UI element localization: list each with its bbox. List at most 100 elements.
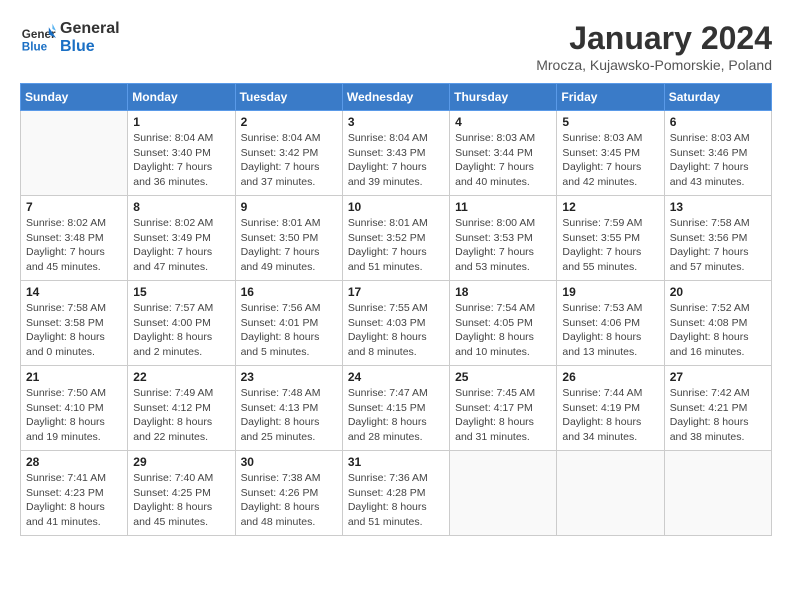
table-row: 18Sunrise: 7:54 AM Sunset: 4:05 PM Dayli… [450, 281, 557, 366]
table-row: 25Sunrise: 7:45 AM Sunset: 4:17 PM Dayli… [450, 366, 557, 451]
table-row: 16 Sunrise: 7:56 AM Sunset: 4:01 PM Dayli… [235, 281, 342, 366]
day-number: 20 [670, 285, 766, 299]
table-row [557, 451, 664, 536]
day-number: 1 [133, 115, 229, 129]
table-row: 1 Sunrise: 8:04 AM Sunset: 3:40 PM Daylig… [128, 111, 235, 196]
title-block: January 2024 Mrocza, Kujawsko-Pomorskie,… [536, 20, 772, 73]
day-info: Sunrise: 7:47 AM Sunset: 4:15 PM Dayligh… [348, 386, 444, 445]
day-info: Sunrise: 7:54 AM Sunset: 4:05 PM Dayligh… [455, 301, 551, 360]
day-info: Sunrise: 7:55 AM Sunset: 4:03 PM Dayligh… [348, 301, 444, 360]
table-row: 9Sunrise: 8:01 AM Sunset: 3:50 PM Daylig… [235, 196, 342, 281]
day-info: Sunrise: 8:00 AM Sunset: 3:53 PM Dayligh… [455, 216, 551, 275]
table-row: 8 Sunrise: 8:02 AM Sunset: 3:49 PM Daylig… [128, 196, 235, 281]
table-row: 5 Sunrise: 8:03 AM Sunset: 3:45 PM Daylig… [557, 111, 664, 196]
table-row: 13 Sunrise: 7:58 AM Sunset: 3:56 PM Dayli… [664, 196, 771, 281]
table-row: 26 Sunrise: 7:44 AM Sunset: 4:19 PM Dayli… [557, 366, 664, 451]
header-wednesday: Wednesday [342, 84, 449, 111]
location-subtitle: Mrocza, Kujawsko-Pomorskie, Poland [536, 57, 772, 73]
day-number: 16 [241, 285, 337, 299]
header-friday: Friday [557, 84, 664, 111]
day-number: 27 [670, 370, 766, 384]
day-number: 7 [26, 200, 122, 214]
day-number: 2 [241, 115, 337, 129]
day-info: Sunrise: 7:36 AM Sunset: 4:28 PM Dayligh… [348, 471, 444, 530]
table-row: 21 Sunrise: 7:50 AM Sunset: 4:10 PM Dayli… [21, 366, 128, 451]
day-number: 10 [348, 200, 444, 214]
logo-text-general: General [60, 20, 120, 38]
day-info: Sunrise: 7:58 AM Sunset: 3:58 PM Dayligh… [26, 301, 122, 360]
logo-text-blue: Blue [60, 38, 120, 56]
table-row [450, 451, 557, 536]
month-title: January 2024 [536, 20, 772, 57]
table-row: 7 Sunrise: 8:02 AM Sunset: 3:48 PM Daylig… [21, 196, 128, 281]
day-number: 14 [26, 285, 122, 299]
table-row: 19 Sunrise: 7:53 AM Sunset: 4:06 PM Dayli… [557, 281, 664, 366]
day-info: Sunrise: 7:42 AM Sunset: 4:21 PM Dayligh… [670, 386, 766, 445]
day-info: Sunrise: 7:40 AM Sunset: 4:25 PM Dayligh… [133, 471, 229, 530]
day-info: Sunrise: 7:59 AM Sunset: 3:55 PM Dayligh… [562, 216, 658, 275]
day-number: 8 [133, 200, 229, 214]
table-row: 29 Sunrise: 7:40 AM Sunset: 4:25 PM Dayli… [128, 451, 235, 536]
day-number: 15 [133, 285, 229, 299]
calendar-week-row: 14 Sunrise: 7:58 AM Sunset: 3:58 PM Dayli… [21, 281, 772, 366]
day-info: Sunrise: 7:38 AM Sunset: 4:26 PM Dayligh… [241, 471, 337, 530]
svg-text:Blue: Blue [22, 41, 48, 54]
day-number: 17 [348, 285, 444, 299]
day-number: 13 [670, 200, 766, 214]
day-number: 29 [133, 455, 229, 469]
calendar-table: Sunday Monday Tuesday Wednesday Thursday… [20, 83, 772, 536]
day-info: Sunrise: 7:50 AM Sunset: 4:10 PM Dayligh… [26, 386, 122, 445]
day-number: 4 [455, 115, 551, 129]
day-number: 26 [562, 370, 658, 384]
day-info: Sunrise: 8:02 AM Sunset: 3:49 PM Dayligh… [133, 216, 229, 275]
day-info: Sunrise: 7:53 AM Sunset: 4:06 PM Dayligh… [562, 301, 658, 360]
day-info: Sunrise: 7:58 AM Sunset: 3:56 PM Dayligh… [670, 216, 766, 275]
table-row: 28 Sunrise: 7:41 AM Sunset: 4:23 PM Dayli… [21, 451, 128, 536]
table-row: 12 Sunrise: 7:59 AM Sunset: 3:55 PM Dayli… [557, 196, 664, 281]
table-row: 20Sunrise: 7:52 AM Sunset: 4:08 PM Dayli… [664, 281, 771, 366]
table-row: 11 Sunrise: 8:00 AM Sunset: 3:53 PM Dayli… [450, 196, 557, 281]
day-number: 25 [455, 370, 551, 384]
day-info: Sunrise: 8:03 AM Sunset: 3:46 PM Dayligh… [670, 131, 766, 190]
table-row: 10 Sunrise: 8:01 AM Sunset: 3:52 PM Dayli… [342, 196, 449, 281]
header-tuesday: Tuesday [235, 84, 342, 111]
day-info: Sunrise: 8:01 AM Sunset: 3:50 PM Dayligh… [241, 216, 337, 275]
table-row: 31 Sunrise: 7:36 AM Sunset: 4:28 PM Dayli… [342, 451, 449, 536]
day-info: Sunrise: 7:44 AM Sunset: 4:19 PM Dayligh… [562, 386, 658, 445]
day-number: 19 [562, 285, 658, 299]
day-number: 12 [562, 200, 658, 214]
day-number: 6 [670, 115, 766, 129]
header-saturday: Saturday [664, 84, 771, 111]
day-info: Sunrise: 8:02 AM Sunset: 3:48 PM Dayligh… [26, 216, 122, 275]
day-info: Sunrise: 7:41 AM Sunset: 4:23 PM Dayligh… [26, 471, 122, 530]
day-number: 21 [26, 370, 122, 384]
table-row [21, 111, 128, 196]
table-row: 15Sunrise: 7:57 AM Sunset: 4:00 PM Dayli… [128, 281, 235, 366]
day-info: Sunrise: 7:49 AM Sunset: 4:12 PM Dayligh… [133, 386, 229, 445]
header-monday: Monday [128, 84, 235, 111]
day-info: Sunrise: 8:04 AM Sunset: 3:42 PM Dayligh… [241, 131, 337, 190]
table-row: 3Sunrise: 8:04 AM Sunset: 3:43 PM Daylig… [342, 111, 449, 196]
day-info: Sunrise: 8:04 AM Sunset: 3:43 PM Dayligh… [348, 131, 444, 190]
header-sunday: Sunday [21, 84, 128, 111]
day-number: 28 [26, 455, 122, 469]
day-number: 23 [241, 370, 337, 384]
table-row: 27 Sunrise: 7:42 AM Sunset: 4:21 PM Dayli… [664, 366, 771, 451]
day-number: 11 [455, 200, 551, 214]
calendar-week-row: 28 Sunrise: 7:41 AM Sunset: 4:23 PM Dayli… [21, 451, 772, 536]
day-info: Sunrise: 8:03 AM Sunset: 3:45 PM Dayligh… [562, 131, 658, 190]
day-number: 22 [133, 370, 229, 384]
day-info: Sunrise: 8:03 AM Sunset: 3:44 PM Dayligh… [455, 131, 551, 190]
table-row: 14 Sunrise: 7:58 AM Sunset: 3:58 PM Dayli… [21, 281, 128, 366]
table-row: 22 Sunrise: 7:49 AM Sunset: 4:12 PM Dayli… [128, 366, 235, 451]
day-info: Sunrise: 8:01 AM Sunset: 3:52 PM Dayligh… [348, 216, 444, 275]
day-number: 5 [562, 115, 658, 129]
day-number: 30 [241, 455, 337, 469]
table-row: 30 Sunrise: 7:38 AM Sunset: 4:26 PM Dayli… [235, 451, 342, 536]
calendar-week-row: 21 Sunrise: 7:50 AM Sunset: 4:10 PM Dayli… [21, 366, 772, 451]
table-row: 24 Sunrise: 7:47 AM Sunset: 4:15 PM Dayli… [342, 366, 449, 451]
day-info: Sunrise: 8:04 AM Sunset: 3:40 PM Dayligh… [133, 131, 229, 190]
day-number: 31 [348, 455, 444, 469]
day-info: Sunrise: 7:56 AM Sunset: 4:01 PM Dayligh… [241, 301, 337, 360]
day-number: 24 [348, 370, 444, 384]
